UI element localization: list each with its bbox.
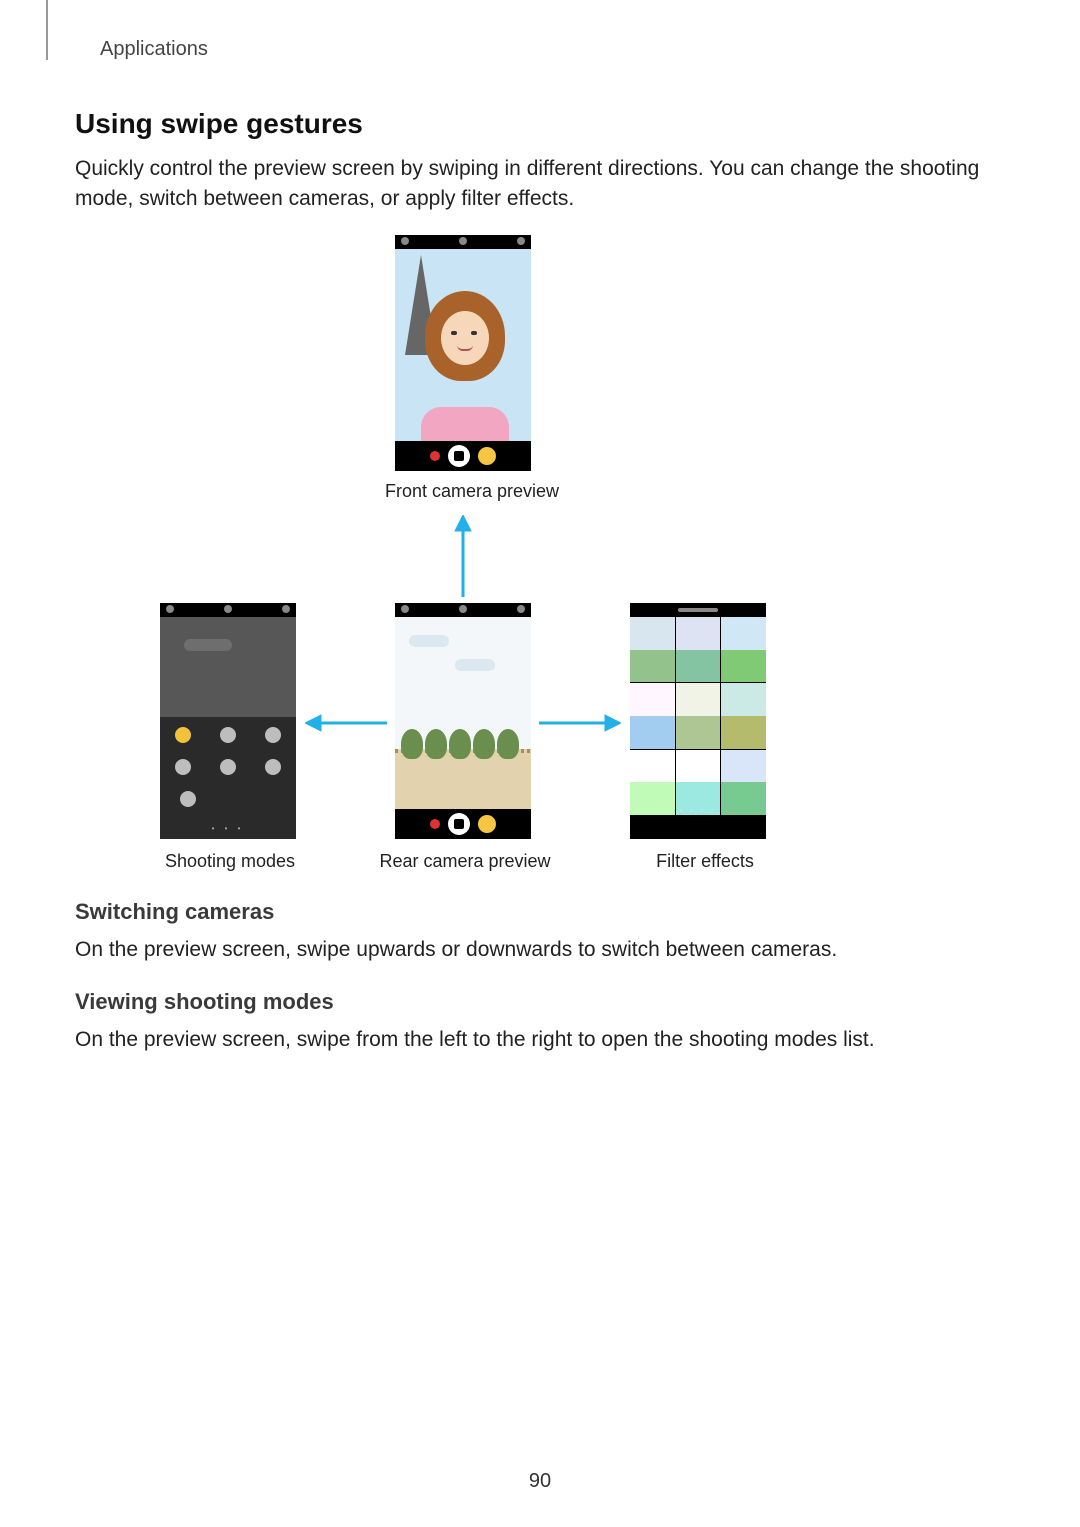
pager-dots-icon: • • •	[160, 824, 296, 833]
effects-icon	[478, 815, 496, 833]
filter-thumb	[630, 750, 675, 815]
topbar-icon	[517, 237, 525, 245]
page-edge-mark	[46, 0, 48, 60]
camera-controls	[395, 441, 531, 471]
filter-thumb	[676, 750, 721, 815]
caption-front-camera: Front camera preview	[372, 481, 572, 502]
mode-pro-icon	[220, 727, 236, 743]
caption-shooting-modes: Shooting modes	[160, 851, 300, 872]
page-content: Using swipe gestures Quickly control the…	[75, 108, 1005, 1066]
intro-paragraph: Quickly control the preview screen by sw…	[75, 154, 1005, 215]
topbar-icon	[459, 237, 467, 245]
heading-switching-cameras: Switching cameras	[75, 899, 1005, 925]
shutter-icon	[448, 813, 470, 835]
filter-effects-illustration: • • • •	[630, 603, 766, 839]
phone-topbar	[630, 603, 766, 617]
phone-topbar	[395, 235, 531, 249]
heading-swipe-gestures: Using swipe gestures	[75, 108, 1005, 140]
mode-hyperlapse-icon	[175, 759, 191, 775]
swipe-right-arrow-icon	[539, 713, 621, 733]
swipe-diagram: Front camera preview	[75, 235, 1005, 875]
modes-scene: • • •	[160, 617, 296, 839]
filter-thumb	[676, 617, 721, 682]
mode-auto-icon	[175, 727, 191, 743]
swipe-left-arrow-icon	[305, 713, 387, 733]
filter-thumb	[721, 617, 766, 682]
record-icon	[430, 819, 440, 829]
page-number: 90	[0, 1470, 1080, 1493]
topbar-icon	[401, 237, 409, 245]
shooting-modes-illustration: • • •	[160, 603, 296, 839]
effects-icon	[478, 447, 496, 465]
caption-filter-effects: Filter effects	[635, 851, 775, 872]
section-header: Applications	[100, 38, 208, 61]
selfie-scene	[395, 249, 531, 441]
filter-thumb	[630, 617, 675, 682]
front-camera-preview-illustration	[395, 235, 531, 471]
mode-panorama-icon	[265, 727, 281, 743]
rear-camera-preview-illustration	[395, 603, 531, 839]
pager-dots-icon: • • • •	[630, 808, 766, 815]
filter-thumb	[721, 750, 766, 815]
para-switching-cameras: On the preview screen, swipe upwards or …	[75, 935, 1005, 965]
filter-thumb	[721, 683, 766, 748]
heading-viewing-modes: Viewing shooting modes	[75, 989, 1005, 1015]
mode-night-icon	[265, 759, 281, 775]
camera-controls	[395, 809, 531, 839]
mode-hdr-icon	[220, 759, 236, 775]
rear-scene	[395, 617, 531, 809]
filter-thumb	[630, 683, 675, 748]
filter-scene: • • • •	[630, 603, 766, 839]
record-icon	[430, 451, 440, 461]
shutter-icon	[448, 445, 470, 467]
para-viewing-modes: On the preview screen, swipe from the le…	[75, 1025, 1005, 1055]
caption-rear-camera: Rear camera preview	[375, 851, 555, 872]
mode-more-icon	[180, 791, 196, 807]
phone-topbar	[395, 603, 531, 617]
phone-topbar	[160, 603, 296, 617]
filter-thumb	[676, 683, 721, 748]
swipe-up-arrow-icon	[453, 515, 473, 597]
